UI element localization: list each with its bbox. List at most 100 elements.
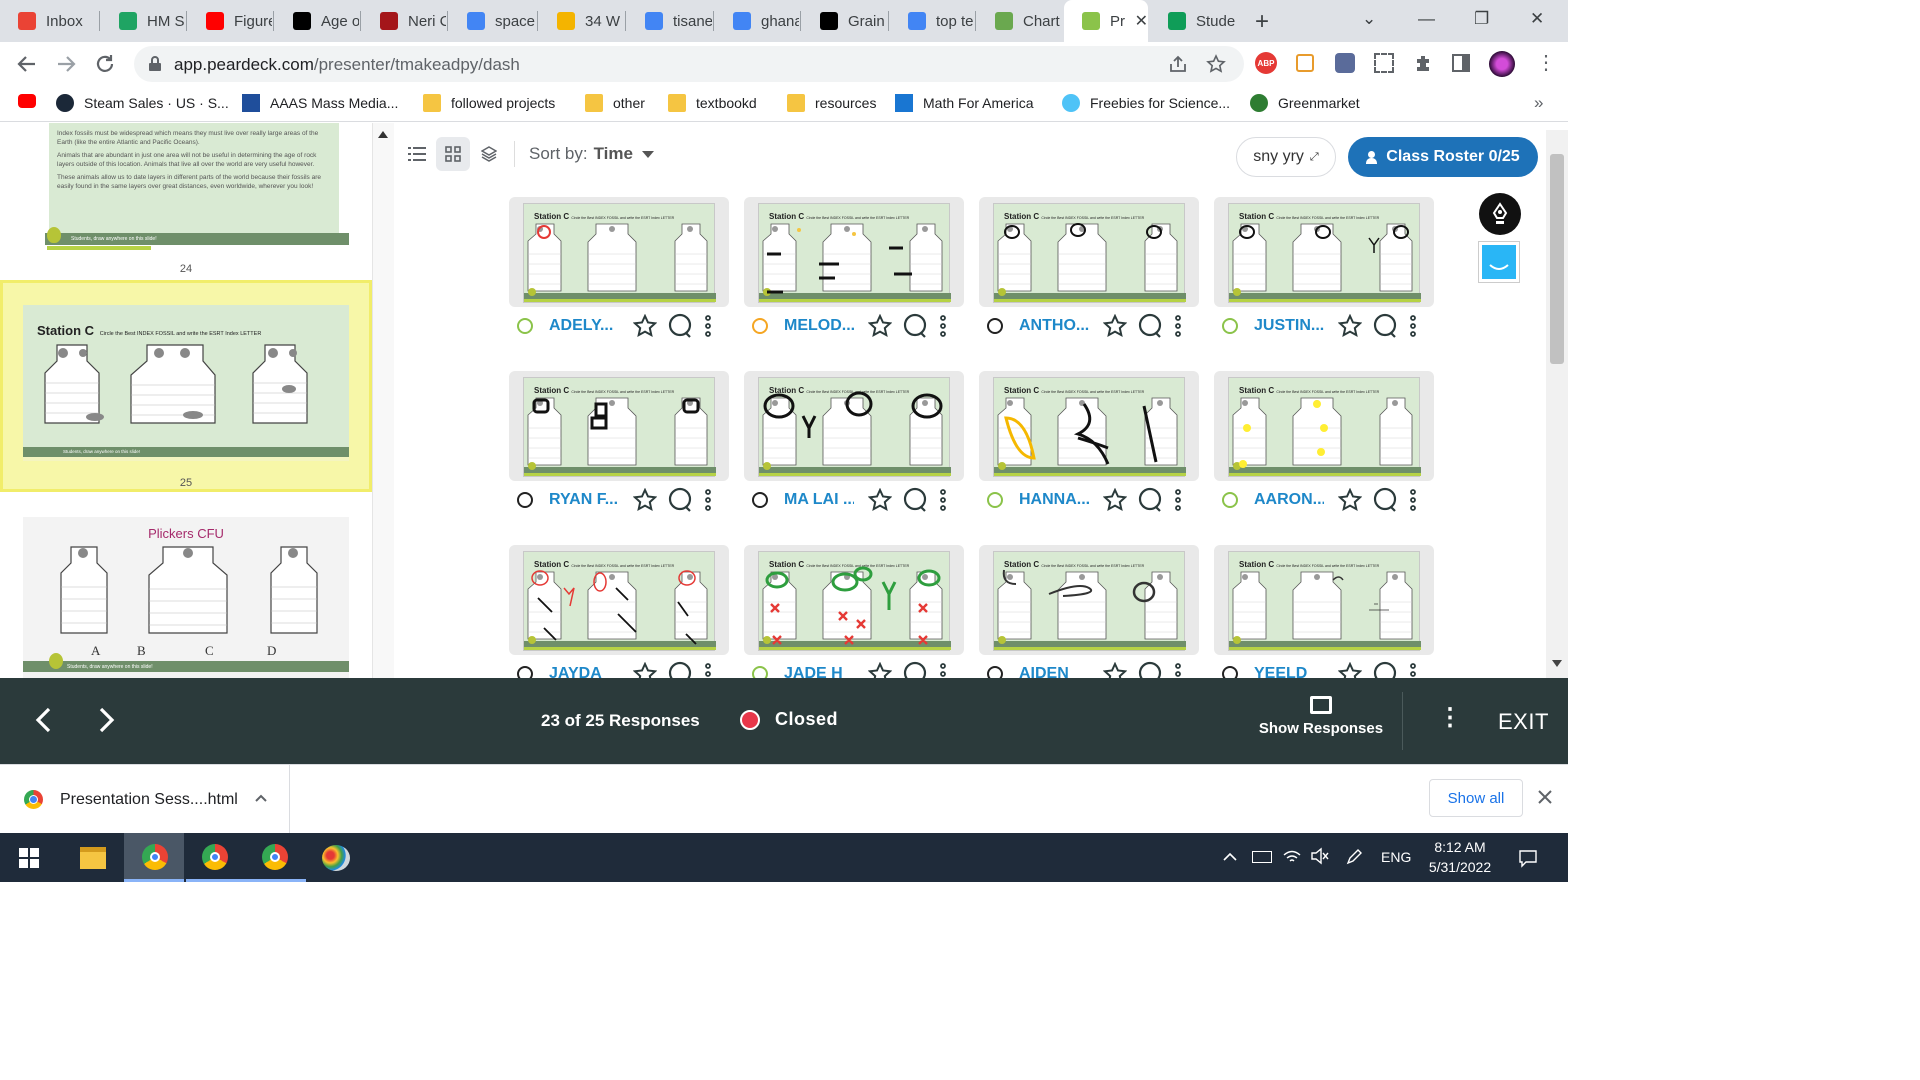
tab-5[interactable]: space <box>449 0 536 42</box>
chrome-profile-2-icon[interactable] <box>186 833 246 882</box>
star-icon[interactable] <box>868 488 892 512</box>
tab-1[interactable]: HM Sp <box>101 0 185 42</box>
url-text[interactable]: app.peardeck.com/presenter/tmakeadpy/das… <box>174 55 520 75</box>
more-vertical-icon[interactable] <box>1175 663 1181 678</box>
previous-slide-icon[interactable] <box>34 706 52 734</box>
forward-icon[interactable] <box>55 53 77 75</box>
exit-button[interactable]: EXIT <box>1498 709 1549 735</box>
response-card[interactable]: Station C Circle the Best INDEX FOSSIL a… <box>1214 371 1434 481</box>
windows-start-icon[interactable] <box>19 848 39 868</box>
bookmark-7[interactable]: Math For America <box>895 94 1033 112</box>
response-card[interactable]: Station C Circle the Best INDEX FOSSIL a… <box>509 371 729 481</box>
restore-icon[interactable]: ❐ <box>1474 9 1489 29</box>
list-view-icon[interactable] <box>400 137 434 171</box>
bookmark-9[interactable]: Greenmarket <box>1250 94 1360 112</box>
more-vertical-icon[interactable] <box>1410 489 1416 511</box>
tab-0[interactable]: Inbox <box>0 0 98 42</box>
bookmarks-overflow-icon[interactable]: » <box>1534 93 1543 113</box>
new-tab-icon[interactable]: + <box>1255 8 1269 36</box>
bookmark-3[interactable]: followed projects <box>423 94 555 112</box>
student-name[interactable]: JUSTIN... <box>1254 317 1324 335</box>
bookmark-0[interactable] <box>18 94 46 108</box>
minimize-icon[interactable]: — <box>1418 9 1435 29</box>
student-name[interactable]: MA LAI ... <box>784 491 854 509</box>
tab-11[interactable]: Chart <box>977 0 1061 42</box>
download-item[interactable]: Presentation Sess....html <box>0 765 290 833</box>
response-card[interactable]: Station C Circle the Best INDEX FOSSIL a… <box>979 545 1199 655</box>
response-card[interactable]: Station C Circle the Best INDEX FOSSIL a… <box>509 197 729 307</box>
class-roster-button[interactable]: Class Roster 0/25 <box>1348 137 1538 177</box>
chrome-profile-3-icon[interactable] <box>246 833 306 882</box>
star-icon[interactable] <box>1103 662 1127 678</box>
battery-icon[interactable] <box>1252 851 1272 863</box>
bookmark-5[interactable]: textbookd <box>668 94 757 112</box>
chrome-profile-1-icon[interactable] <box>124 833 184 882</box>
close-tab-icon[interactable]: ✕ <box>1135 11 1148 31</box>
omnibox[interactable]: app.peardeck.com/presenter/tmakeadpy/das… <box>134 46 1244 82</box>
close-window-icon[interactable]: ✕ <box>1530 9 1544 29</box>
comment-icon[interactable] <box>1137 487 1163 513</box>
more-vertical-icon[interactable] <box>705 489 711 511</box>
student-name[interactable]: ANTHO... <box>1019 317 1089 335</box>
more-vertical-icon[interactable] <box>705 315 711 337</box>
status-toggle[interactable]: Closed <box>740 709 838 730</box>
scroll-up-icon[interactable] <box>378 131 388 138</box>
student-name[interactable]: AARON... <box>1254 491 1324 509</box>
pen-tool-icon[interactable] <box>1479 193 1521 235</box>
student-name[interactable]: JADE H <box>784 665 854 678</box>
paint-icon[interactable] <box>322 845 350 871</box>
lock-icon[interactable] <box>148 56 162 72</box>
tab-4[interactable]: Neri C <box>362 0 446 42</box>
show-responses-button[interactable]: Show Responses <box>1254 696 1388 738</box>
show-all-button[interactable]: Show all <box>1429 779 1523 817</box>
star-icon[interactable] <box>633 662 657 678</box>
bookmark-star-icon[interactable] <box>1206 54 1226 74</box>
more-vertical-icon[interactable] <box>705 663 711 678</box>
comment-icon[interactable] <box>902 313 928 339</box>
tray-chevron-icon[interactable] <box>1222 850 1238 862</box>
volume-muted-icon[interactable] <box>1310 847 1330 865</box>
sort-dropdown[interactable]: Sort by: Time <box>529 144 654 164</box>
star-icon[interactable] <box>633 488 657 512</box>
tab-search-icon[interactable]: ⌄ <box>1362 9 1376 29</box>
tab-10[interactable]: top te <box>890 0 974 42</box>
reload-icon[interactable] <box>94 53 116 75</box>
more-vertical-icon[interactable] <box>1175 315 1181 337</box>
student-name[interactable]: AIDEN <box>1019 665 1089 678</box>
tab-6[interactable]: 34 W <box>539 0 624 42</box>
bookmark-8[interactable]: Freebies for Science... <box>1062 94 1230 112</box>
student-name[interactable]: YEELD <box>1254 665 1324 678</box>
comment-icon[interactable] <box>1137 661 1163 678</box>
profile-avatar[interactable] <box>1489 51 1515 77</box>
response-card[interactable]: Station C Circle the Best INDEX FOSSIL a… <box>1214 545 1434 655</box>
comment-icon[interactable] <box>667 487 693 513</box>
file-explorer-icon[interactable] <box>80 847 106 869</box>
tab-9[interactable]: Grain <box>802 0 887 42</box>
star-icon[interactable] <box>868 314 892 338</box>
response-card[interactable]: Station C Circle the Best INDEX FOSSIL a… <box>1214 197 1434 307</box>
student-name[interactable]: HANNA... <box>1019 491 1089 509</box>
more-vertical-icon[interactable] <box>1175 489 1181 511</box>
student-name[interactable]: RYAN F... <box>549 491 619 509</box>
tab-7[interactable]: tisane <box>627 0 712 42</box>
comment-icon[interactable] <box>667 313 693 339</box>
sidebar-scrollbar[interactable] <box>372 123 394 678</box>
wifi-icon[interactable] <box>1282 847 1302 865</box>
pen-tray-icon[interactable] <box>1344 847 1364 867</box>
student-name[interactable]: JAYDA <box>549 665 619 678</box>
extension-chart-icon[interactable] <box>1296 54 1314 72</box>
more-vertical-icon[interactable] <box>940 489 946 511</box>
chevron-up-icon[interactable] <box>254 791 268 805</box>
grid-view-icon[interactable] <box>436 137 470 171</box>
bookmark-6[interactable]: resources <box>787 94 876 112</box>
response-card[interactable]: Station C Circle the Best INDEX FOSSIL a… <box>509 545 729 655</box>
tab-8[interactable]: ghana <box>715 0 799 42</box>
main-scrollbar[interactable] <box>1546 130 1568 678</box>
more-vertical-icon[interactable] <box>1410 663 1416 678</box>
more-vertical-icon[interactable] <box>940 663 946 678</box>
slide-thumbnail-26[interactable]: Plickers CFU A B C D Students, draw anyw… <box>23 517 349 678</box>
response-card[interactable]: Station C Circle the Best INDEX FOSSIL a… <box>979 371 1199 481</box>
join-code-button[interactable]: sny yry ⤢ <box>1236 137 1336 177</box>
clock[interactable]: 8:12 AM 5/31/2022 <box>1420 837 1500 877</box>
scroll-down-icon[interactable] <box>1552 660 1562 667</box>
